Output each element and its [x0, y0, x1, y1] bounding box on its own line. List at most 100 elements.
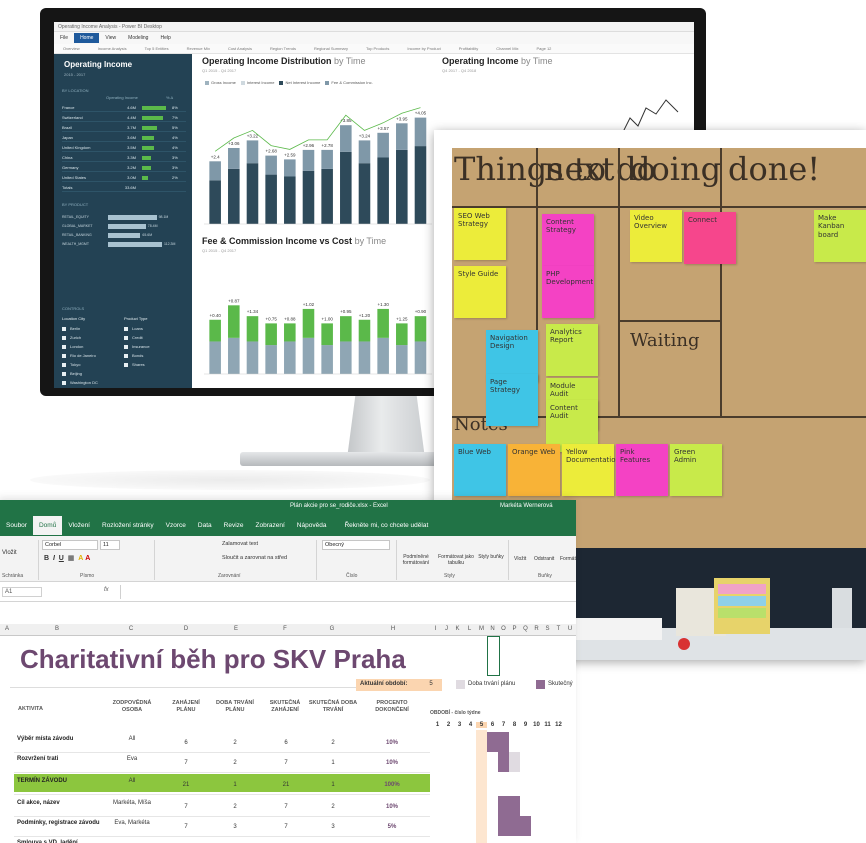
location-row[interactable]: France 4.6M 8% — [62, 104, 186, 112]
column-header[interactable]: F — [262, 626, 308, 632]
location-row[interactable]: Brazil 3.7M 5% — [62, 124, 186, 132]
bar-segment[interactable] — [284, 323, 296, 342]
ribbon-tab[interactable]: Revize — [218, 516, 250, 535]
sticky-note[interactable]: Yellow Documentation — [562, 444, 620, 496]
sticky-note[interactable]: Analytics Report — [546, 324, 598, 376]
cell-plan-start[interactable]: 21 — [168, 782, 204, 788]
cell-plan-start[interactable]: 7 — [168, 804, 204, 810]
location-row[interactable]: Switzerland 4.4M 7% — [62, 114, 186, 122]
ribbon-tab[interactable]: Nápověda — [291, 516, 333, 535]
bar-segment[interactable] — [209, 161, 221, 181]
bar-segment[interactable] — [321, 345, 333, 374]
cell-owner[interactable]: Markéta, Míša — [104, 800, 160, 806]
cell-plan-start[interactable]: 6 — [168, 740, 204, 746]
bar-segment[interactable] — [246, 316, 259, 342]
formula-input[interactable] — [120, 585, 570, 599]
ribbon-tab[interactable]: Data — [192, 516, 218, 535]
cell-actual-start[interactable]: 6 — [264, 740, 308, 746]
bar-segment[interactable] — [228, 337, 240, 374]
activity-name[interactable]: TERMÍN ZÁVODU — [17, 778, 67, 785]
cell-owner[interactable]: All — [104, 736, 160, 742]
page-tab[interactable]: Cost Analysis — [219, 46, 261, 51]
delete-cells-button[interactable]: Odstranit — [534, 556, 554, 562]
page-tab[interactable]: Income Analysis — [89, 46, 136, 51]
cell-actual-dur[interactable]: 2 — [310, 740, 356, 746]
bar-segment[interactable] — [358, 341, 371, 374]
location-checkbox[interactable]: Berlin — [62, 326, 80, 331]
column-header[interactable]: S — [542, 626, 553, 632]
ribbon-tab[interactable]: Rozložení stránky — [96, 516, 160, 535]
cell-pct[interactable]: 100% — [362, 782, 422, 788]
activity-name[interactable]: Cíl akce, název — [17, 800, 60, 807]
bar-segment[interactable] — [246, 163, 259, 224]
column-header[interactable]: J — [441, 626, 452, 632]
cell-actual-dur[interactable]: 1 — [310, 782, 356, 788]
column-header[interactable]: P — [509, 626, 520, 632]
page-tab[interactable]: Overview — [54, 46, 89, 51]
bar-segment[interactable] — [396, 149, 408, 224]
cell-actual-dur[interactable]: 2 — [310, 804, 356, 810]
insert-cells-button[interactable]: Vložit — [514, 556, 526, 562]
bar-segment[interactable] — [377, 308, 389, 338]
bar-segment[interactable] — [414, 316, 427, 342]
bar-segment[interactable] — [228, 168, 240, 224]
bar-segment[interactable] — [265, 323, 277, 346]
page-tab[interactable]: Region Trends — [261, 46, 305, 51]
legend-item[interactable]: Net Interest Income — [274, 80, 320, 85]
cell-plan-start[interactable]: 7 — [168, 760, 204, 766]
cell-actual-dur[interactable]: 1 — [310, 760, 356, 766]
location-checkbox[interactable]: Tokyo — [62, 362, 80, 367]
merge-center-button[interactable]: Sloučit a zarovnat na střed — [222, 555, 287, 561]
sticky-note[interactable]: Blue Web — [454, 444, 506, 496]
location-row[interactable]: Germany 3.2M 3% — [62, 164, 186, 172]
sticky-note[interactable]: Make Kanban board — [814, 210, 866, 262]
column-header[interactable]: R — [531, 626, 542, 632]
bar-segment[interactable] — [396, 345, 408, 374]
column-header[interactable]: T — [553, 626, 564, 632]
ribbon-tab[interactable]: Soubor — [0, 516, 33, 535]
column-header[interactable]: G — [308, 626, 356, 632]
column-header[interactable]: O — [498, 626, 509, 632]
sticky-note[interactable]: Green Admin — [670, 444, 722, 496]
sticky-note[interactable]: Style Guide — [454, 266, 506, 318]
activity-name[interactable]: Podmínky, registrace závodu — [17, 820, 100, 827]
column-header[interactable]: B — [14, 626, 100, 632]
page-tab[interactable]: Revenue Mix — [178, 46, 219, 51]
column-header[interactable]: E — [210, 626, 262, 632]
location-row[interactable]: United Kingdom 3.5M 4% — [62, 144, 186, 152]
bar-segment[interactable] — [302, 149, 315, 171]
cell-plan-dur[interactable]: 2 — [212, 804, 258, 810]
ribbon-tab[interactable]: Vzorce — [160, 516, 192, 535]
column-header[interactable]: D — [162, 626, 210, 632]
bar-segment[interactable] — [396, 123, 408, 150]
cell-plan-dur[interactable]: 2 — [212, 760, 258, 766]
column-header[interactable]: C — [100, 626, 162, 632]
location-row[interactable]: China 3.3M 3% — [62, 154, 186, 162]
column-header[interactable]: A — [0, 626, 14, 632]
cell-styles-button[interactable]: Styly buňky — [476, 554, 506, 560]
menu-file[interactable]: File — [54, 35, 74, 41]
cell-pct[interactable]: 10% — [362, 804, 422, 810]
cell-owner[interactable]: Eva, Markéta — [104, 820, 160, 826]
number-format-select[interactable]: Obecný — [322, 540, 390, 550]
menu-help[interactable]: Help — [154, 35, 176, 41]
bar-segment[interactable] — [284, 159, 296, 177]
wrap-text-button[interactable]: Zalamovat text — [222, 541, 258, 547]
bar-segment[interactable] — [265, 345, 277, 374]
sticky-note[interactable]: Video Overview — [630, 210, 682, 262]
name-box[interactable]: A1 — [2, 587, 42, 597]
ribbon-tab[interactable]: Domů — [32, 515, 63, 535]
sticky-note[interactable]: Page Strategy — [486, 374, 538, 426]
page-tab[interactable]: Regional Summary — [305, 46, 357, 51]
location-row[interactable]: United States 3.0M 2% — [62, 174, 186, 182]
location-checkbox[interactable]: Rio de Janeiro — [62, 353, 96, 358]
legend-item[interactable]: Gross Income — [200, 80, 236, 85]
product-row[interactable]: RETAIL_EQUITY 98.1M — [62, 214, 186, 221]
location-checkbox[interactable]: Washington DC — [62, 380, 98, 385]
tell-me-search[interactable]: Řekněte mi, co chcete udělat — [338, 516, 434, 535]
cell-pct[interactable]: 5% — [362, 824, 422, 830]
bar-segment[interactable] — [340, 151, 352, 224]
cell-pct[interactable]: 10% — [362, 740, 422, 746]
bar-segment[interactable] — [321, 149, 333, 169]
product-checkbox[interactable]: Loans — [124, 326, 143, 331]
